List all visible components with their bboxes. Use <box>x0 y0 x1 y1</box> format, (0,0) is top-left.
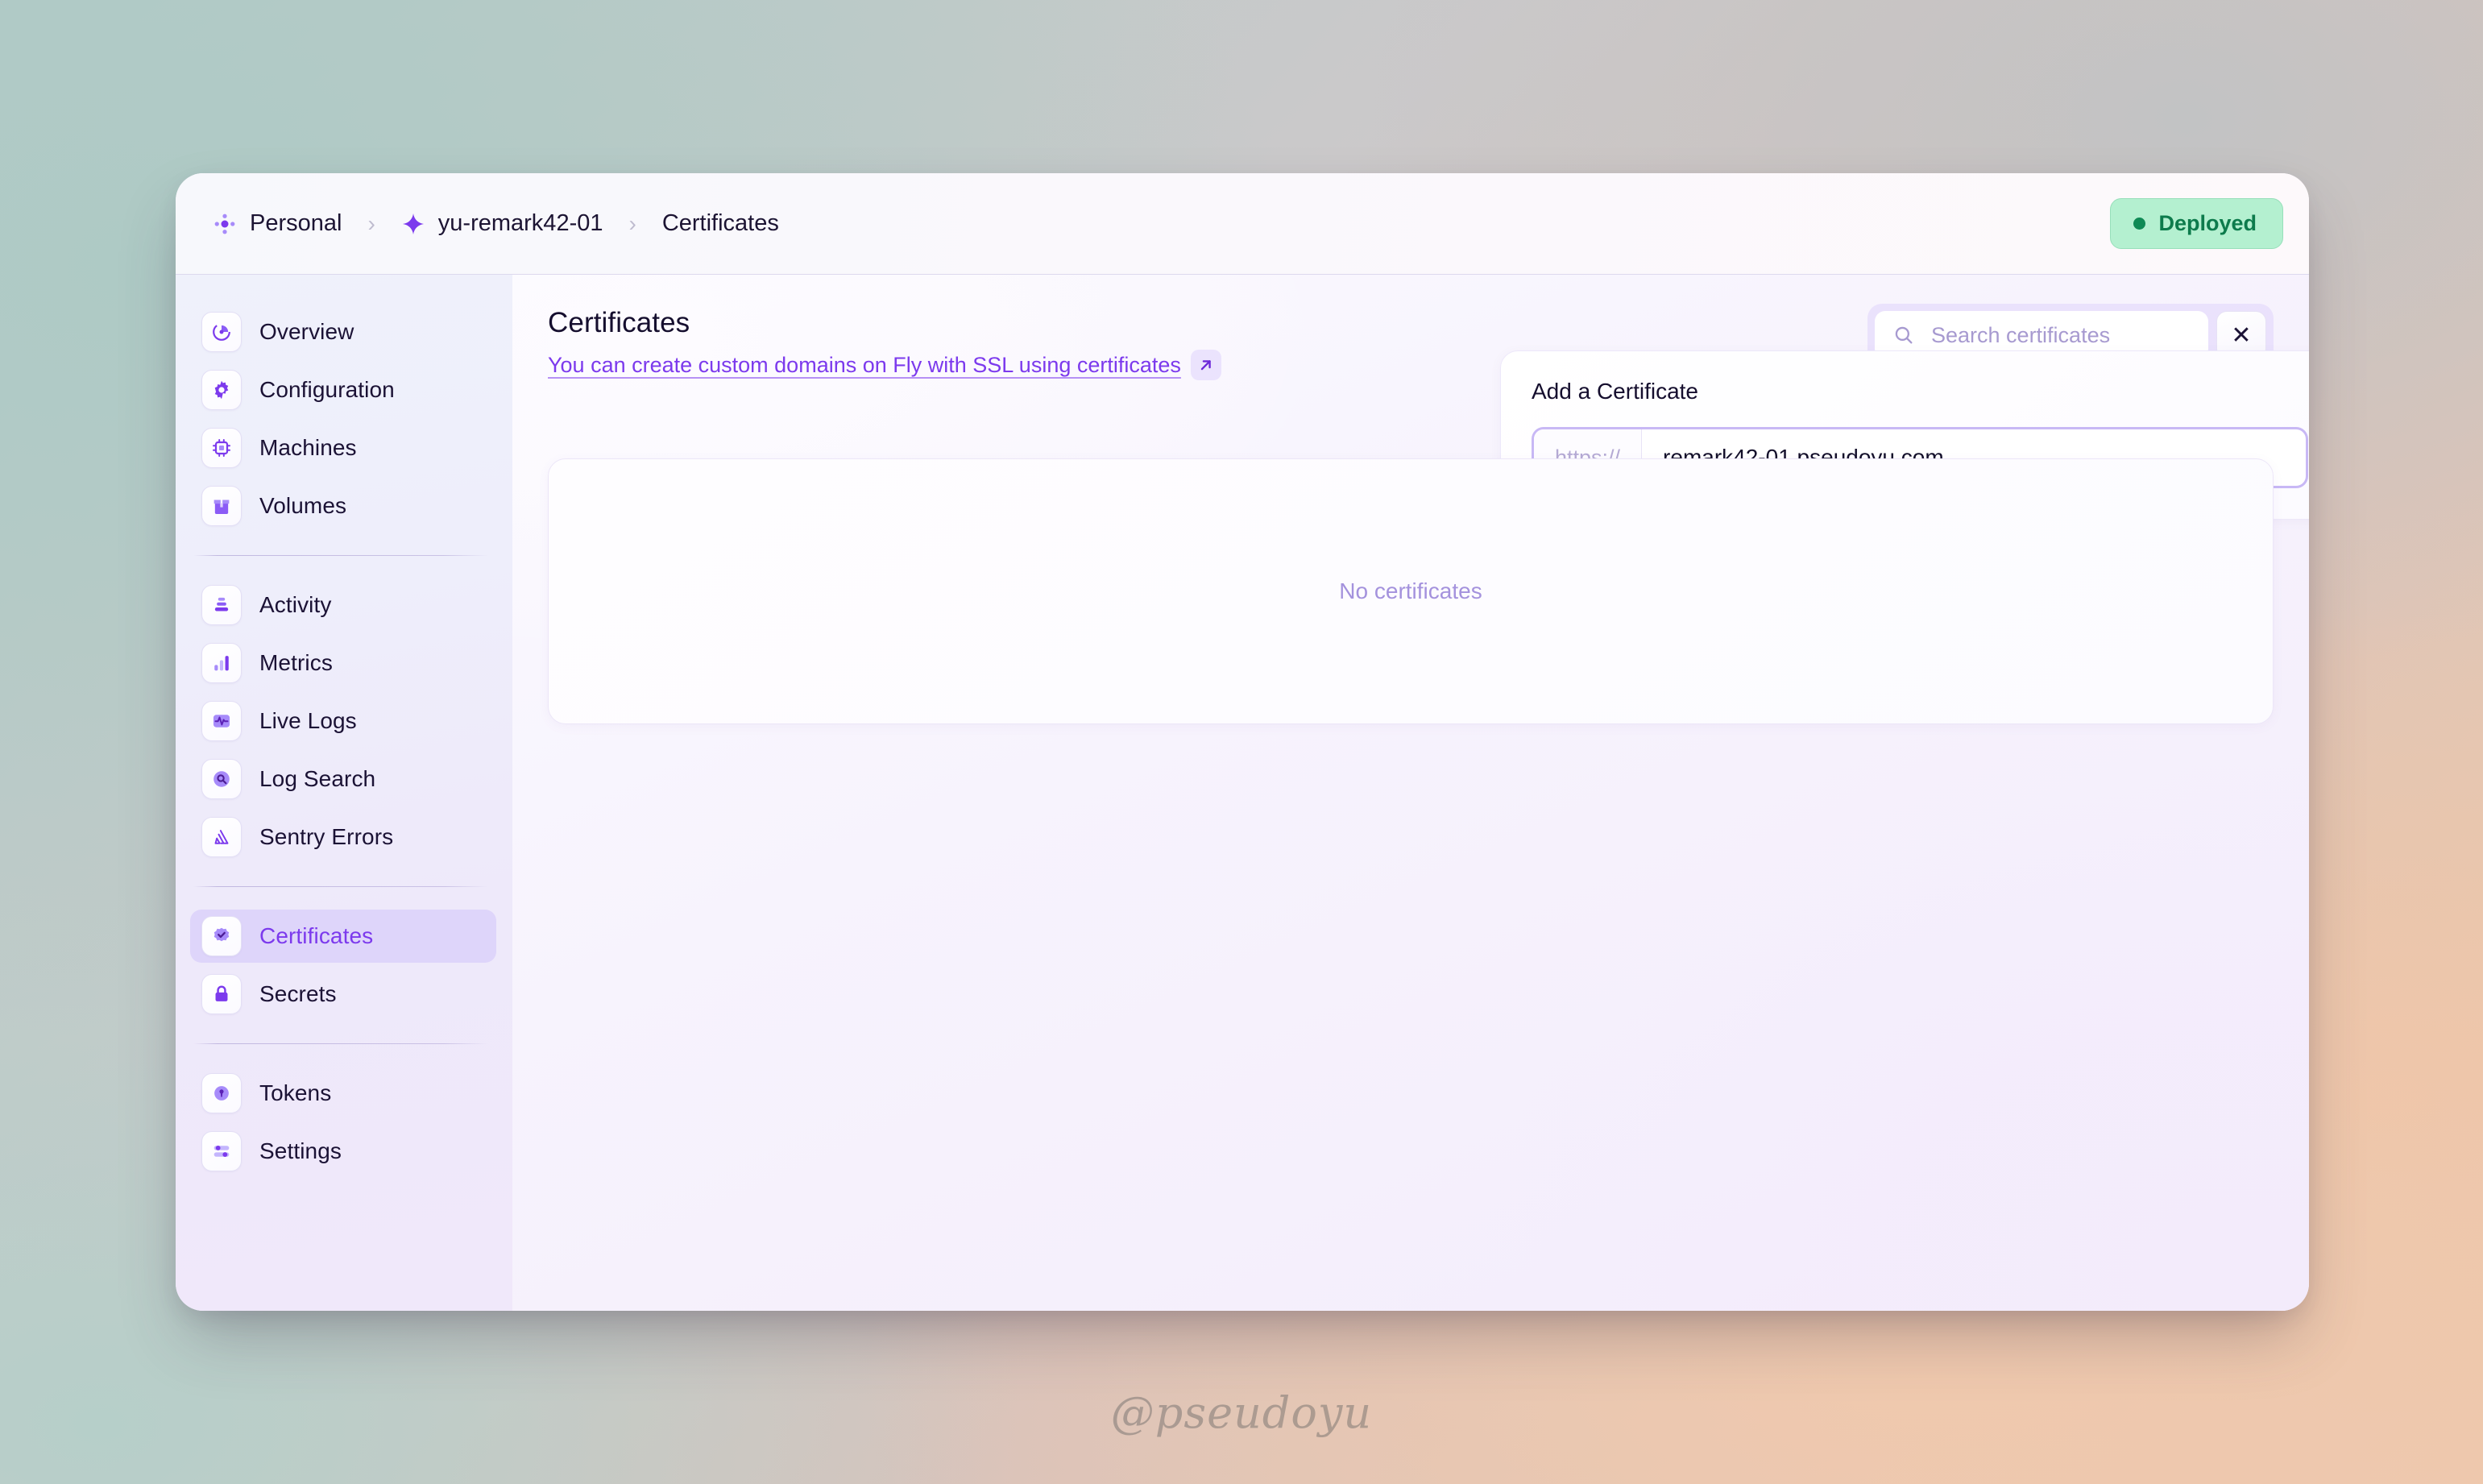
keyhole-icon <box>201 1073 242 1113</box>
sidebar: Overview Configuration Machines Volumes … <box>176 275 512 1311</box>
external-link-icon <box>1190 350 1221 380</box>
breadcrumb-page-label: Certificates <box>661 210 779 236</box>
sparkle-icon <box>401 212 425 236</box>
sentry-logo-icon <box>201 817 242 857</box>
window-body: Overview Configuration Machines Volumes … <box>176 275 2309 1311</box>
sidebar-divider-3 <box>193 1043 488 1044</box>
sidebar-item-label: Live Logs <box>259 708 357 733</box>
sidebar-item-sentry-errors[interactable]: Sentry Errors <box>190 810 496 864</box>
certificates-list-card: No certificates <box>548 458 2274 724</box>
org-dots-icon <box>213 212 237 236</box>
sidebar-group-account: Tokens Settings <box>190 1067 496 1178</box>
sidebar-item-machines[interactable]: Machines <box>190 421 496 475</box>
sidebar-item-label: Certificates <box>259 923 374 948</box>
activity-stack-icon <box>201 585 242 625</box>
window-topbar: Personal › yu-remark42-01 › Certificates… <box>176 173 2309 275</box>
sliders-icon <box>201 1131 242 1171</box>
status-dot-icon <box>2133 218 2146 230</box>
sidebar-item-label: Machines <box>259 435 357 460</box>
app-window: Personal › yu-remark42-01 › Certificates… <box>176 173 2309 1311</box>
sidebar-item-overview[interactable]: Overview <box>190 305 496 359</box>
search-input[interactable] <box>1931 322 2191 348</box>
sidebar-group-app: Overview Configuration Machines Volumes <box>190 305 496 533</box>
sidebar-item-label: Secrets <box>259 981 337 1006</box>
sidebar-item-log-search[interactable]: Log Search <box>190 752 496 806</box>
breadcrumb-separator-2: › <box>628 210 636 236</box>
lock-icon <box>201 974 242 1014</box>
breadcrumb-separator-1: › <box>367 210 375 236</box>
page-title: Certificates <box>548 307 690 338</box>
sidebar-item-label: Overview <box>259 319 354 344</box>
status-badge-label: Deployed <box>2158 211 2257 235</box>
sidebar-divider-1 <box>193 555 488 556</box>
pie-chart-icon <box>201 312 242 352</box>
sidebar-item-label: Activity <box>259 592 332 617</box>
watermark: @pseudoyu <box>1110 1387 1373 1438</box>
sidebar-item-label: Tokens <box>259 1080 332 1105</box>
breadcrumb: Personal › yu-remark42-01 › Certificates <box>209 205 2110 242</box>
sidebar-divider-2 <box>193 886 488 887</box>
sidebar-item-metrics[interactable]: Metrics <box>190 636 496 690</box>
sidebar-group-observability: Activity Metrics Live Logs Log Search Se… <box>190 578 496 864</box>
gear-icon <box>201 370 242 410</box>
sidebar-item-label: Configuration <box>259 377 395 402</box>
main-content: Certificates You can create custom domai… <box>512 275 2309 1311</box>
breadcrumb-item-org[interactable]: Personal <box>209 205 345 242</box>
certificate-badge-icon <box>201 916 242 956</box>
pulse-wave-icon <box>201 701 242 741</box>
sidebar-item-label: Sentry Errors <box>259 824 394 849</box>
sidebar-group-security: Certificates Secrets <box>190 910 496 1021</box>
cpu-chip-icon <box>201 428 242 468</box>
sidebar-item-configuration[interactable]: Configuration <box>190 363 496 417</box>
sidebar-item-label: Log Search <box>259 766 376 791</box>
sidebar-item-tokens[interactable]: Tokens <box>190 1067 496 1120</box>
breadcrumb-org-label: Personal <box>250 210 342 236</box>
sidebar-item-live-logs[interactable]: Live Logs <box>190 694 496 748</box>
documentation-link-label: You can create custom domains on Fly wit… <box>548 352 1181 377</box>
box-icon <box>201 486 242 526</box>
documentation-link[interactable]: You can create custom domains on Fly wit… <box>548 350 1221 380</box>
breadcrumb-item-page[interactable]: Certificates <box>659 205 782 242</box>
sidebar-item-secrets[interactable]: Secrets <box>190 968 496 1021</box>
status-badge: Deployed <box>2110 198 2283 249</box>
search-circle-icon <box>201 759 242 799</box>
breadcrumb-item-app[interactable]: yu-remark42-01 <box>398 205 607 242</box>
breadcrumb-app-label: yu-remark42-01 <box>437 210 603 236</box>
sidebar-item-volumes[interactable]: Volumes <box>190 479 496 533</box>
empty-state-message: No certificates <box>1339 578 1482 603</box>
sidebar-item-label: Metrics <box>259 650 333 675</box>
bar-chart-icon <box>201 643 242 683</box>
sidebar-item-certificates[interactable]: Certificates <box>190 910 496 963</box>
sidebar-item-settings[interactable]: Settings <box>190 1125 496 1178</box>
search-icon <box>1892 324 1915 346</box>
sidebar-item-label: Volumes <box>259 493 347 518</box>
sidebar-item-label: Settings <box>259 1138 342 1163</box>
sidebar-item-activity[interactable]: Activity <box>190 578 496 632</box>
add-certificate-title: Add a Certificate <box>1532 379 1698 404</box>
